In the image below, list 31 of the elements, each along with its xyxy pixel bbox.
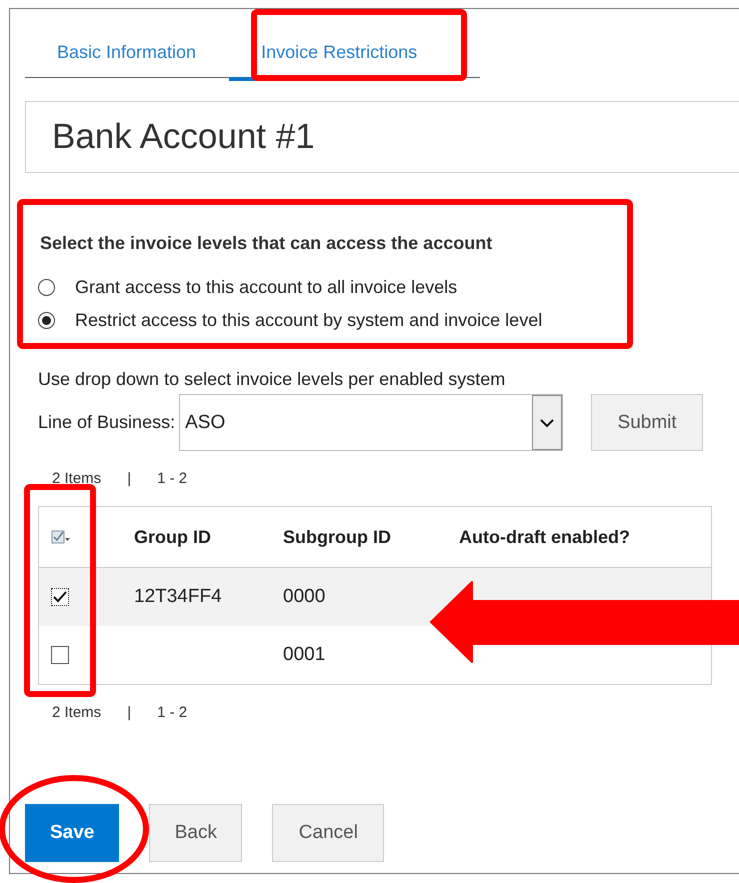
tab[interactable]: Invoice Restrictions (229, 29, 450, 80)
item-range: 1 - 2 (157, 704, 188, 721)
field-label: Line of Business: (38, 412, 176, 433)
action-button[interactable]: Back (149, 804, 242, 862)
radio-label: Grant access to this account to all invoice levels (75, 277, 458, 298)
item-count: 2 Items (52, 470, 102, 487)
column-header: Group ID (134, 526, 212, 548)
radio-button[interactable] (38, 312, 55, 329)
table-cell: 0000 (283, 586, 326, 607)
submit-button[interactable]: Submit (591, 394, 704, 451)
item-count: 2 Items (52, 704, 102, 721)
line-of-business-dropdown[interactable]: ASO (179, 394, 564, 451)
account-title: Bank Account #1 (52, 117, 315, 157)
caret-icon (539, 418, 556, 428)
column-header: Auto-draft enabled? (459, 526, 630, 548)
pager-separator: | (127, 704, 132, 721)
instructions-text: Use drop down to select invoice levels per enabled system (38, 369, 506, 389)
table-cell: 12T34FF4 (134, 586, 222, 607)
select-all-checkbox-icon[interactable] (51, 529, 71, 545)
item-range: 1 - 2 (157, 470, 188, 487)
pager-separator: | (127, 470, 132, 487)
radio-button[interactable] (38, 279, 55, 296)
action-button[interactable]: Cancel (272, 804, 384, 862)
tab[interactable]: Basic Information (25, 29, 226, 80)
save-button[interactable]: Save (25, 804, 120, 862)
radio-label: Restrict access to this account by system and invoice level (75, 310, 542, 331)
section-heading: Select the invoice levels that can access the account (40, 233, 494, 253)
row-checkbox[interactable] (51, 646, 69, 664)
row-checkbox[interactable] (51, 588, 69, 606)
table-cell: 0001 (283, 644, 326, 665)
column-header: Subgroup ID (283, 526, 392, 548)
